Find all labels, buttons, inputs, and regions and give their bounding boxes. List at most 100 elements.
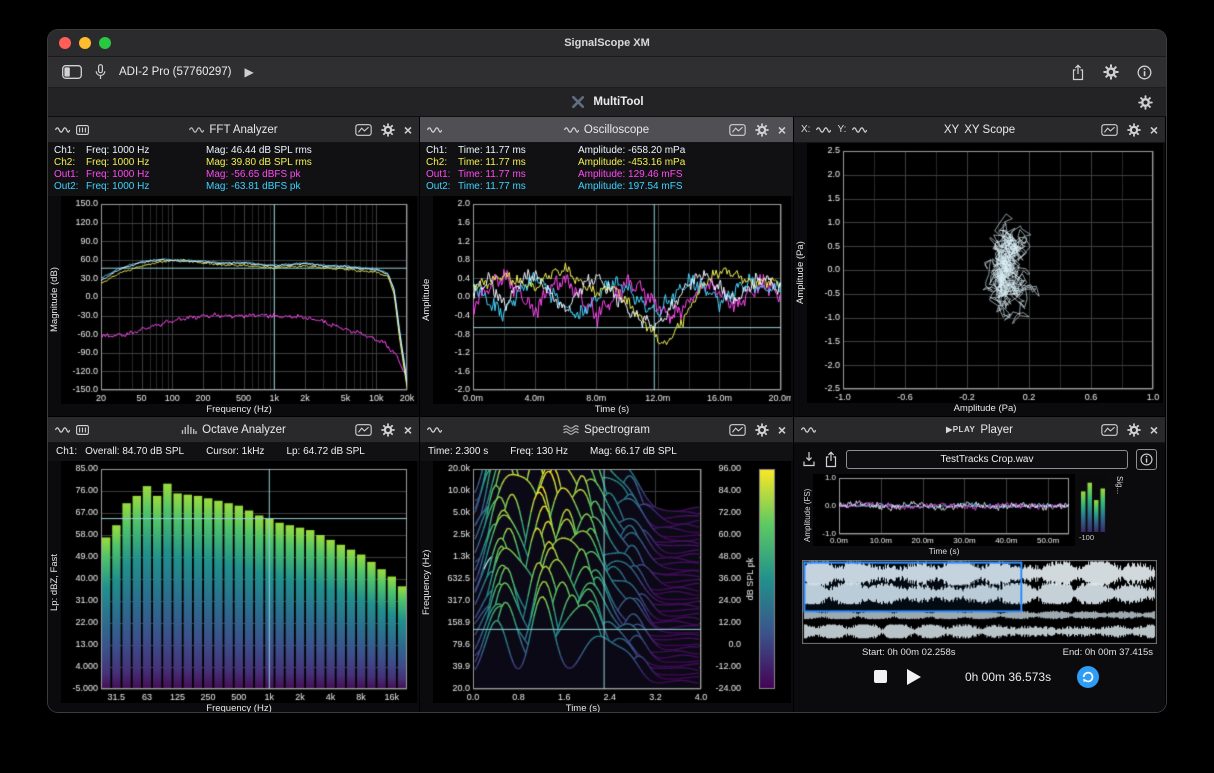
player-body: TestTracks Crop.wav Amplitude (FS) Time …	[794, 443, 1165, 712]
stop-button[interactable]	[874, 670, 887, 683]
chart-toggle-button[interactable]	[729, 124, 746, 136]
oscilloscope-panel-header[interactable]: Oscilloscope ×	[420, 117, 793, 143]
device-play-button[interactable]: ▶	[245, 66, 254, 78]
octave-panel-header[interactable]: Octave Analyzer ×	[48, 417, 419, 443]
xy-plot-canvas[interactable]	[807, 143, 1163, 403]
device-selector[interactable]: ADI-2 Pro (57760297)	[119, 66, 232, 78]
y-input-label: Y:	[837, 124, 846, 135]
traffic-lights	[59, 37, 111, 49]
spectrogram-panel-header[interactable]: Spectrogram ×	[420, 417, 793, 443]
loaded-file-name[interactable]: TestTracks Crop.wav	[846, 450, 1128, 469]
chart-toggle-button[interactable]	[355, 424, 372, 436]
readout-line: Out2:Time: 11.77 msAmplitude: 197.54 mFS	[426, 181, 787, 193]
minimize-window-button[interactable]	[79, 37, 91, 49]
info-icon[interactable]	[1137, 65, 1152, 80]
xy-y-axis-label: Amplitude (Pa)	[794, 143, 807, 403]
file-info-button[interactable]	[1136, 449, 1157, 470]
export-file-icon[interactable]	[824, 451, 838, 468]
oscilloscope-plot-canvas[interactable]	[433, 196, 791, 404]
octave-x-axis-label: Frequency (Hz)	[61, 703, 417, 712]
readout-line: Out1:Time: 11.77 msAmplitude: 129.46 mFS	[426, 169, 787, 181]
octave-plot-canvas[interactable]	[61, 461, 417, 703]
panel-close-button[interactable]: ×	[404, 123, 412, 137]
x-input-label: X:	[801, 124, 810, 135]
selection-end-time: End: 0h 00m 37.415s	[1063, 647, 1153, 658]
panel-settings-button[interactable]	[1127, 123, 1141, 137]
fft-analyzer-panel: FFT Analyzer × Ch1:Freq: 1000 HzMag: 46.…	[48, 117, 420, 417]
fft-x-axis-label: Frequency (Hz)	[61, 404, 417, 416]
fft-analyzer-icon	[189, 125, 204, 135]
player-panel-header[interactable]: ▶PLAY Player ×	[794, 417, 1165, 443]
loop-button[interactable]	[1077, 666, 1099, 688]
readout-line: Out2:Freq: 1000 HzMag: -63.81 dBFS pk	[54, 181, 413, 193]
oscilloscope-panel: Oscilloscope × Ch1:Time: 11.77 msAmplitu…	[420, 117, 794, 417]
signal-meter-label: Sig...	[1115, 476, 1124, 494]
app-window: SignalScope XM ADI-2 Pro (57760297) ▶ Mu…	[48, 30, 1166, 712]
import-file-icon[interactable]	[802, 451, 816, 467]
sidebar-toggle-icon[interactable]	[62, 65, 82, 79]
x-input-wave-icon[interactable]	[816, 125, 831, 135]
panel-title: Octave Analyzer	[202, 424, 286, 436]
titlebar[interactable]: SignalScope XM	[48, 30, 1166, 57]
spectrogram-panel: Spectrogram × Time: 2.300 s Freq: 130 Hz…	[420, 417, 794, 712]
desktop: SignalScope XM ADI-2 Pro (57760297) ▶ Mu…	[0, 0, 1214, 773]
play-button[interactable]	[907, 669, 921, 685]
fft-panel-header[interactable]: FFT Analyzer ×	[48, 117, 419, 143]
chart-toggle-button[interactable]	[1101, 124, 1118, 136]
multitool-gear-icon[interactable]	[1138, 95, 1153, 110]
xy-scope-panel-header[interactable]: X: Y: XY XY Scope ×	[794, 117, 1165, 143]
chart-toggle-button[interactable]	[1101, 424, 1118, 436]
panel-title: Player	[980, 424, 1013, 436]
oscilloscope-icon	[564, 125, 579, 135]
panel-settings-button[interactable]	[1127, 423, 1141, 437]
recorder-icon[interactable]	[76, 425, 89, 435]
xy-scope-icon: XY	[944, 124, 959, 136]
oscilloscope-readouts: Ch1:Time: 11.77 msAmplitude: -658.20 mPa…	[420, 143, 793, 196]
fft-plot-canvas[interactable]	[61, 196, 417, 404]
info-icon	[1140, 453, 1153, 466]
settings-gear-icon[interactable]	[1103, 64, 1119, 80]
panel-title: FFT Analyzer	[209, 124, 277, 136]
panel-close-button[interactable]: ×	[778, 423, 786, 437]
y-input-wave-icon[interactable]	[852, 125, 867, 135]
waveform-overview-canvas[interactable]	[802, 560, 1157, 644]
octave-bars-icon	[181, 424, 197, 435]
input-wave-icon[interactable]	[427, 125, 442, 135]
readout-line: Ch1:Freq: 1000 HzMag: 46.44 dB SPL rms	[54, 145, 413, 157]
input-wave-icon[interactable]	[801, 425, 816, 435]
panel-close-button[interactable]: ×	[1150, 423, 1158, 437]
close-window-button[interactable]	[59, 37, 71, 49]
readout-line: Ch2:Time: 11.77 msAmplitude: -453.16 mPa	[426, 157, 787, 169]
panel-settings-button[interactable]	[381, 423, 395, 437]
multitool-bar: MultiTool	[48, 88, 1166, 117]
recorder-icon[interactable]	[76, 125, 89, 135]
player-signal-canvas[interactable]	[813, 474, 1075, 546]
panel-settings-button[interactable]	[755, 123, 769, 137]
input-wave-icon[interactable]	[55, 425, 70, 435]
panel-settings-button[interactable]	[755, 423, 769, 437]
window-title: SignalScope XM	[564, 37, 650, 49]
oscilloscope-x-axis-label: Time (s)	[433, 404, 791, 416]
signal-meter-min-label: -100	[1079, 533, 1094, 542]
zoom-window-button[interactable]	[99, 37, 111, 49]
fft-readouts: Ch1:Freq: 1000 HzMag: 46.44 dB SPL rms C…	[48, 143, 419, 196]
chart-toggle-button[interactable]	[355, 124, 372, 136]
spectrogram-y-axis-label: Frequency (Hz)	[420, 461, 433, 703]
xy-x-axis-label: Amplitude (Pa)	[807, 403, 1163, 416]
octave-readout: Ch1: Overall: 84.70 dB SPL Cursor: 1kHz …	[48, 443, 419, 461]
panel-close-button[interactable]: ×	[1150, 123, 1158, 137]
oscilloscope-y-axis-label: Amplitude	[420, 196, 433, 404]
spectrogram-x-axis-label: Time (s)	[433, 703, 733, 712]
panel-close-button[interactable]: ×	[404, 423, 412, 437]
input-wave-icon[interactable]	[427, 425, 442, 435]
readout-line: Ch1:Time: 11.77 msAmplitude: -658.20 mPa	[426, 145, 787, 157]
panel-settings-button[interactable]	[381, 123, 395, 137]
panel-grid: FFT Analyzer × Ch1:Freq: 1000 HzMag: 46.…	[48, 117, 1166, 712]
panel-close-button[interactable]: ×	[778, 123, 786, 137]
input-wave-icon[interactable]	[55, 125, 70, 135]
chart-toggle-button[interactable]	[729, 424, 746, 436]
signal-meter-canvas	[1079, 474, 1107, 532]
microphone-icon[interactable]	[95, 64, 106, 80]
share-icon[interactable]	[1071, 64, 1085, 81]
spectrogram-plot-canvas[interactable]	[433, 461, 791, 703]
